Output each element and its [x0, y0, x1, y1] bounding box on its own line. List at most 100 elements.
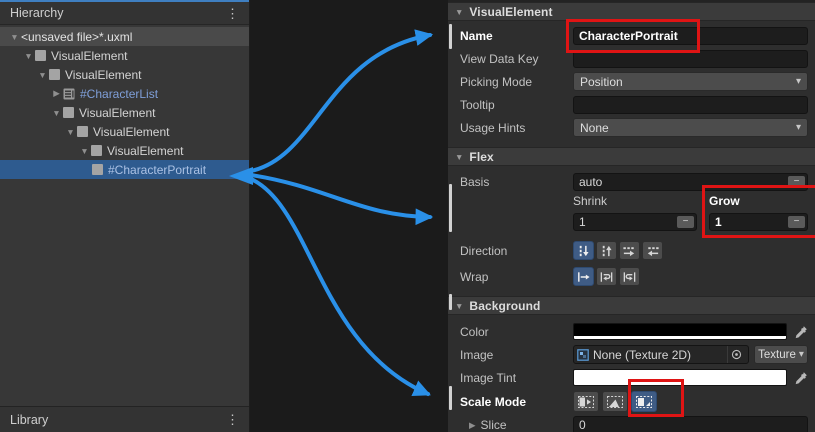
- stretch-to-fill-icon: [577, 395, 595, 409]
- modified-indicator-bar: [449, 294, 452, 310]
- usage-hints-dropdown[interactable]: None ▾: [573, 118, 808, 137]
- view-data-key-row: View Data Key: [448, 47, 815, 70]
- foldout-open-icon[interactable]: ▼: [78, 146, 91, 156]
- foldout-closed-icon[interactable]: ▶: [469, 420, 476, 431]
- modified-indicator-bar: [449, 24, 452, 49]
- object-picker-icon[interactable]: [727, 346, 745, 363]
- foldout-open-icon[interactable]: ▼: [8, 32, 21, 42]
- flex-basis-input[interactable]: auto −: [573, 173, 808, 191]
- foldout-open-icon[interactable]: ▼: [64, 127, 77, 137]
- kebab-menu-icon[interactable]: ⋮: [224, 7, 241, 20]
- flex-shrink-input[interactable]: 1 −: [573, 213, 697, 231]
- texture2d-icon: [577, 349, 589, 361]
- flex-grow-label: Grow: [709, 194, 808, 210]
- hierarchy-item-label: VisualElement: [107, 144, 184, 158]
- flex-wrap-toggle-group: [573, 267, 640, 286]
- name-row: Name CharacterPortrait: [448, 24, 815, 47]
- row-icon: [622, 244, 637, 258]
- direction-column-reverse-button[interactable]: [596, 241, 617, 260]
- unity-ui-builder-window: Hierarchy ⋮ ▼ <unsaved file>*.uxml ▼ Vis…: [0, 0, 815, 432]
- flex-wrap-label: Wrap: [460, 270, 561, 284]
- hierarchy-item-characterlist[interactable]: ▶ #CharacterList: [0, 84, 249, 103]
- scale-stretch-to-fill-button[interactable]: [573, 391, 599, 412]
- tooltip-input[interactable]: [573, 96, 808, 114]
- hierarchy-item-visualelement[interactable]: ▼ VisualElement: [0, 103, 249, 122]
- foldout-open-icon[interactable]: ▼: [36, 70, 49, 80]
- eyedropper-icon[interactable]: [794, 371, 808, 385]
- image-tint-label: Image Tint: [460, 371, 561, 385]
- image-type-dropdown[interactable]: Texture ▾: [754, 345, 808, 364]
- dropdown-arrow-icon: ▾: [796, 76, 801, 87]
- background-color-swatch[interactable]: [573, 323, 787, 340]
- flex-wrap-row: Wrap: [448, 265, 815, 288]
- hierarchy-item-unsaved-file[interactable]: ▼ <unsaved file>*.uxml: [0, 27, 249, 46]
- section-header-flex[interactable]: ▼ Flex: [448, 147, 815, 166]
- name-input[interactable]: CharacterPortrait: [573, 27, 808, 45]
- hierarchy-tree: ▼ <unsaved file>*.uxml ▼ VisualElement ▼…: [0, 25, 249, 406]
- direction-column-button[interactable]: [573, 241, 594, 260]
- visual-element-icon: [35, 50, 46, 61]
- shrink-grow-row: Shrink Grow 1 − 1 −: [448, 193, 815, 233]
- visual-element-icon: [92, 164, 103, 175]
- section-header-background[interactable]: ▼ Background: [448, 296, 815, 315]
- column-icon: [576, 244, 591, 258]
- view-data-key-input[interactable]: [573, 50, 808, 68]
- unit-dropdown-button[interactable]: −: [677, 216, 694, 228]
- scale-and-crop-button[interactable]: [602, 391, 628, 412]
- hierarchy-header: Hierarchy ⋮: [0, 2, 249, 25]
- hierarchy-item-characterportrait-selected[interactable]: #CharacterPortrait: [0, 160, 249, 179]
- library-title: Library: [10, 413, 224, 427]
- hierarchy-item-label: VisualElement: [93, 125, 170, 139]
- flex-basis-label: Basis: [460, 175, 561, 189]
- tooltip-row: Tooltip: [448, 93, 815, 116]
- direction-row-button[interactable]: [619, 241, 640, 260]
- usage-hints-value: None: [580, 121, 796, 135]
- section-header-visualelement[interactable]: ▼ VisualElement: [448, 2, 815, 21]
- wrap-nowrap-button[interactable]: [573, 267, 594, 286]
- foldout-open-icon[interactable]: ▼: [455, 7, 463, 17]
- unit-dropdown-button[interactable]: −: [788, 176, 805, 188]
- dropdown-arrow-icon: ▾: [796, 122, 801, 133]
- library-header[interactable]: Library ⋮: [0, 406, 249, 432]
- hierarchy-panel: Hierarchy ⋮ ▼ <unsaved file>*.uxml ▼ Vis…: [0, 0, 250, 432]
- wrap-reverse-button[interactable]: [619, 267, 640, 286]
- background-image-object-field[interactable]: None (Texture 2D): [573, 345, 749, 364]
- hierarchy-item-label: #CharacterList: [80, 87, 158, 101]
- unit-dropdown-button[interactable]: −: [788, 216, 805, 228]
- section-title: VisualElement: [469, 5, 552, 19]
- foldout-open-icon[interactable]: ▼: [50, 108, 63, 118]
- hierarchy-title: Hierarchy: [10, 6, 224, 20]
- hierarchy-item-visualelement[interactable]: ▼ VisualElement: [0, 65, 249, 84]
- background-image-label: Image: [460, 348, 561, 362]
- foldout-open-icon[interactable]: ▼: [455, 301, 463, 311]
- flex-direction-label: Direction: [460, 244, 561, 258]
- picking-mode-dropdown[interactable]: Position ▾: [573, 72, 808, 91]
- inspector-panel: ▼ VisualElement Name CharacterPortrait V…: [448, 0, 815, 432]
- slice-input[interactable]: 0: [573, 416, 808, 432]
- hierarchy-item-label: VisualElement: [51, 49, 128, 63]
- flex-shrink-value: 1: [579, 215, 586, 229]
- visual-element-icon: [49, 69, 60, 80]
- section-title: Flex: [469, 150, 493, 164]
- image-tint-row: Image Tint: [448, 366, 815, 389]
- foldout-open-icon[interactable]: ▼: [22, 51, 35, 61]
- kebab-menu-icon[interactable]: ⋮: [224, 413, 241, 426]
- image-tint-swatch[interactable]: [573, 369, 787, 386]
- foldout-open-icon[interactable]: ▼: [455, 152, 463, 162]
- column-reverse-icon: [599, 244, 614, 258]
- hierarchy-item-visualelement[interactable]: ▼ VisualElement: [0, 141, 249, 160]
- direction-row-reverse-button[interactable]: [642, 241, 663, 260]
- visual-element-icon: [63, 107, 74, 118]
- scale-to-fit-button[interactable]: [631, 391, 657, 412]
- foldout-closed-icon[interactable]: ▶: [50, 88, 63, 99]
- image-type-value: Texture: [758, 349, 796, 361]
- flex-grow-input[interactable]: 1 −: [709, 213, 808, 231]
- hierarchy-item-visualelement[interactable]: ▼ VisualElement: [0, 46, 249, 65]
- flex-direction-row: Direction: [448, 239, 815, 262]
- eyedropper-icon[interactable]: [794, 325, 808, 339]
- flex-grow-value: 1: [715, 215, 722, 229]
- wrap-wrap-button[interactable]: [596, 267, 617, 286]
- modified-indicator-bar: [449, 386, 452, 410]
- hierarchy-item-visualelement[interactable]: ▼ VisualElement: [0, 122, 249, 141]
- usage-hints-row: Usage Hints None ▾: [448, 116, 815, 139]
